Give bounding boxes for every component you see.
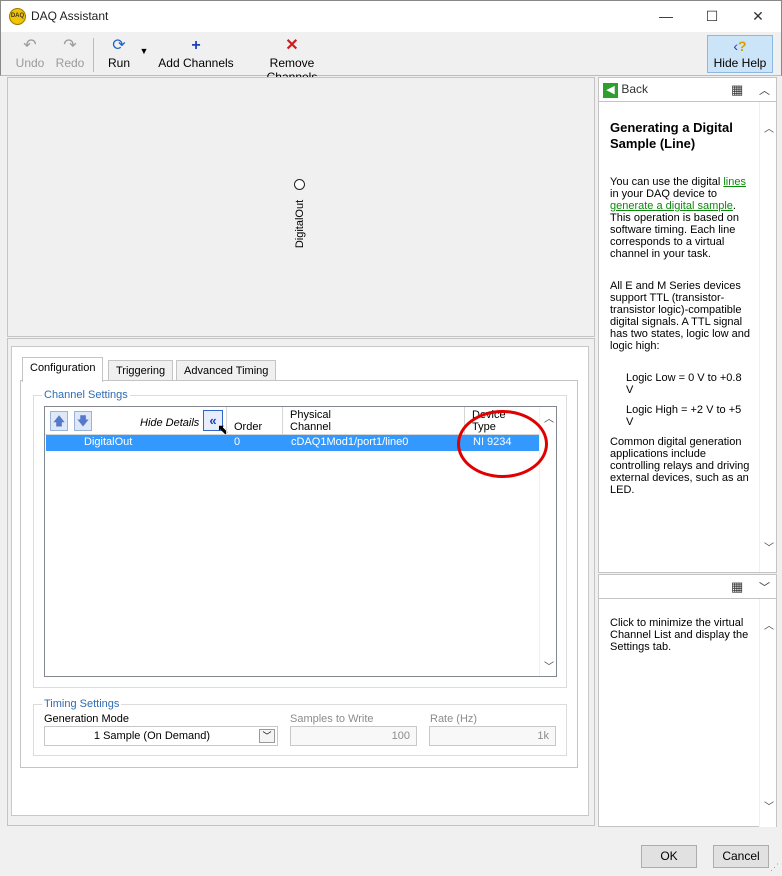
scroll-up-icon[interactable]: ︿ bbox=[764, 120, 774, 135]
help-scrollbar[interactable]: ︿ ﹀ bbox=[759, 102, 776, 572]
back-arrow-icon: ◀ bbox=[603, 83, 618, 98]
channel-list-header: 🡅 🡇 Hide Details bbox=[45, 407, 226, 435]
order-cell: 0 bbox=[234, 436, 241, 448]
add-channels-label: Add Channels bbox=[158, 56, 234, 70]
scroll-down-icon[interactable]: ﹀ bbox=[544, 658, 554, 673]
order-header-text: Order bbox=[234, 421, 263, 433]
hide-details-label: Hide Details bbox=[140, 417, 200, 429]
plus-icon: + bbox=[191, 37, 201, 54]
help-window-icon[interactable]: ▦ bbox=[731, 82, 743, 98]
maximize-button[interactable]: ☐ bbox=[689, 1, 735, 32]
help-title: Generating a Digital Sample (Line) bbox=[610, 120, 733, 151]
redo-label: Redo bbox=[55, 56, 85, 70]
help-icon: ‹? bbox=[733, 38, 747, 54]
physical-channel-column-header[interactable]: Physical Channel bbox=[283, 407, 465, 435]
x-icon: ✕ bbox=[285, 37, 299, 54]
move-down-button[interactable]: 🡇 bbox=[74, 411, 92, 431]
timing-settings-label: Timing Settings bbox=[42, 698, 122, 710]
back-button[interactable]: ◀ Back bbox=[603, 82, 648, 98]
add-channels-button[interactable]: + Add Channels bbox=[157, 36, 235, 70]
redo-icon: ↷ bbox=[63, 37, 77, 54]
samples-to-write-label: Samples to Write bbox=[290, 713, 374, 725]
canvas-channel-label: DigitalOut bbox=[294, 199, 306, 249]
physical-channel-header-text: Physical Channel bbox=[290, 409, 331, 433]
move-up-button[interactable]: 🡅 bbox=[50, 411, 68, 431]
scroll-up-icon[interactable]: ︿ bbox=[764, 617, 774, 632]
rate-input[interactable]: 1k bbox=[429, 726, 556, 746]
tab-configuration[interactable]: Configuration bbox=[22, 357, 104, 382]
hide-help-button[interactable]: ‹? Hide Help bbox=[707, 35, 773, 73]
tab-advanced-timing[interactable]: Advanced Timing bbox=[176, 360, 277, 382]
lines-link[interactable]: lines bbox=[723, 176, 746, 188]
tab-triggering[interactable]: Triggering bbox=[108, 360, 174, 382]
back-label: Back bbox=[621, 82, 649, 96]
ok-button[interactable]: OK bbox=[641, 845, 697, 868]
generation-mode-value: 1 Sample (On Demand) bbox=[93, 730, 211, 742]
context-help-header: ▦ ﹀ bbox=[599, 575, 776, 599]
undo-icon: ↶ bbox=[23, 37, 37, 54]
annotation-circle bbox=[457, 410, 548, 478]
run-icon: ⟳ bbox=[112, 37, 126, 54]
logic-low-text: Logic Low = 0 V to +0.8 V bbox=[626, 372, 742, 396]
channel-name-cell: DigitalOut bbox=[84, 436, 133, 448]
chevron-down-icon[interactable]: ﹀ bbox=[759, 579, 770, 595]
undo-label: Undo bbox=[15, 56, 45, 70]
toolbar-separator bbox=[93, 38, 94, 72]
title-bar: DAQ DAQ Assistant — ☐ ✕ bbox=[0, 0, 782, 32]
help-pane: ◀ Back ▦ ︿ Generating a Digital Sample (… bbox=[598, 77, 777, 573]
channel-settings-label: Channel Settings bbox=[42, 389, 130, 401]
generate-digital-sample-link[interactable]: generate a digital sample bbox=[610, 200, 733, 212]
physical-channel-cell: cDAQ1Mod1/port1/line0 bbox=[291, 436, 409, 448]
chevron-up-icon[interactable]: ︿ bbox=[759, 82, 770, 98]
help-window-icon[interactable]: ▦ bbox=[731, 579, 743, 595]
undo-button[interactable]: ↶ Undo bbox=[13, 36, 47, 70]
scroll-down-icon[interactable]: ﹀ bbox=[764, 798, 774, 813]
context-help-scrollbar[interactable]: ︿ ﹀ bbox=[759, 599, 776, 827]
task-preview-canvas: DigitalOut bbox=[7, 77, 595, 337]
context-help-pane: ▦ ﹀ Click to minimize the virtual Channe… bbox=[598, 574, 777, 827]
run-button[interactable]: ⟳ Run bbox=[103, 36, 135, 70]
context-help-text: Click to minimize the virtual Channel Li… bbox=[610, 617, 749, 653]
channel-terminal-icon[interactable] bbox=[294, 179, 305, 190]
chevron-down-icon[interactable]: ﹀ bbox=[259, 729, 275, 743]
close-button[interactable]: ✕ bbox=[735, 1, 781, 32]
hide-help-label: Hide Help bbox=[713, 56, 767, 70]
generation-mode-label: Generation Mode bbox=[44, 713, 129, 725]
daq-app-icon: DAQ bbox=[9, 8, 26, 25]
run-dropdown-arrow[interactable]: ▼ bbox=[137, 46, 151, 56]
scroll-up-icon[interactable]: ︿ bbox=[544, 410, 554, 425]
help-paragraph-2: All E and M Series devices support TTL (… bbox=[610, 280, 751, 352]
logic-high-text: Logic High = +2 V to +5 V bbox=[626, 404, 742, 428]
help-p1-text-a: You can use the digital bbox=[610, 176, 721, 188]
generation-mode-select[interactable]: 1 Sample (On Demand) ﹀ bbox=[44, 726, 278, 746]
redo-button[interactable]: ↷ Redo bbox=[53, 36, 87, 70]
help-p1-text-b: in your DAQ device to bbox=[610, 188, 717, 200]
resize-grip[interactable]: ⋰ bbox=[770, 862, 779, 873]
toolbar: ↶ Undo ↷ Redo ⟳ Run ▼ + Add Channels ✕ R… bbox=[0, 32, 782, 84]
order-column-header[interactable]: Order bbox=[226, 407, 283, 435]
window-title: DAQ Assistant bbox=[31, 9, 109, 23]
scroll-down-icon[interactable]: ﹀ bbox=[764, 539, 774, 554]
minimize-button[interactable]: — bbox=[643, 1, 689, 32]
samples-to-write-input[interactable]: 100 bbox=[290, 726, 417, 746]
rate-label: Rate (Hz) bbox=[430, 713, 478, 725]
help-paragraph-1: You can use the digital lines in your DA… bbox=[610, 176, 755, 260]
run-label: Run bbox=[107, 56, 130, 70]
help-paragraph-3: Common digital generation applications i… bbox=[610, 436, 750, 496]
cancel-button[interactable]: Cancel bbox=[713, 845, 769, 868]
help-pane-header: ◀ Back ▦ ︿ bbox=[599, 78, 776, 102]
